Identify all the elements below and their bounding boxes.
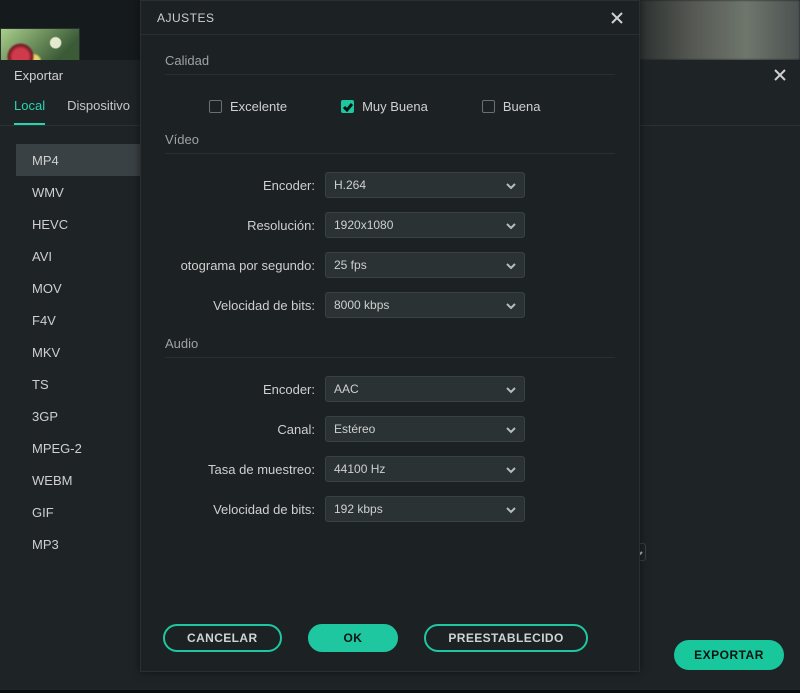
video-bitrate-value: 8000 kbps xyxy=(334,298,389,312)
export-button[interactable]: EXPORTAR xyxy=(674,640,784,670)
chevron-down-icon xyxy=(506,260,516,270)
format-item-ts[interactable]: TS xyxy=(16,368,144,400)
video-fps-label: otograma por segundo: xyxy=(165,258,315,273)
video-encoder-label: Encoder: xyxy=(165,178,315,193)
quality-good-label: Buena xyxy=(503,99,541,114)
quality-label: Calidad xyxy=(165,53,615,68)
format-item-mp4[interactable]: MP4 xyxy=(16,144,144,176)
format-item-mov[interactable]: MOV xyxy=(16,272,144,304)
format-item-webm[interactable]: WEBM xyxy=(16,464,144,496)
section-video: Vídeo Encoder: H.264 Resolución: 1920x10… xyxy=(165,132,615,318)
audio-channel-select[interactable]: Estéreo xyxy=(325,416,525,442)
format-item-mpeg2[interactable]: MPEG-2 xyxy=(16,432,144,464)
audio-bitrate-value: 192 kbps xyxy=(334,502,383,516)
audio-bitrate-label: Velocidad de bits: xyxy=(165,502,315,517)
chevron-down-icon xyxy=(506,384,516,394)
format-item-mp3[interactable]: MP3 xyxy=(16,528,144,560)
audio-encoder-label: Encoder: xyxy=(165,382,315,397)
video-bitrate-label: Velocidad de bits: xyxy=(165,298,315,313)
quality-very-good[interactable]: Muy Buena xyxy=(341,99,428,114)
tab-device[interactable]: Dispositivo xyxy=(67,98,130,125)
video-resolution-select[interactable]: 1920x1080 xyxy=(325,212,525,238)
preset-button[interactable]: PREESTABLECIDO xyxy=(424,624,587,652)
divider xyxy=(165,357,615,358)
audio-encoder-select[interactable]: AAC xyxy=(325,376,525,402)
audio-samplerate-select[interactable]: 44100 Hz xyxy=(325,456,525,482)
chevron-down-icon xyxy=(506,180,516,190)
chevron-down-icon xyxy=(506,220,516,230)
format-item-f4v[interactable]: F4V xyxy=(16,304,144,336)
audio-samplerate-label: Tasa de muestreo: xyxy=(165,462,315,477)
quality-excellent[interactable]: Excelente xyxy=(209,99,287,114)
video-fps-value: 25 fps xyxy=(334,258,367,272)
background-preview-image xyxy=(620,0,800,60)
video-encoder-value: H.264 xyxy=(334,178,366,192)
settings-modal: AJUSTES Calidad Excelente Muy Buena Bu xyxy=(140,0,640,672)
chevron-down-icon xyxy=(506,424,516,434)
quality-good[interactable]: Buena xyxy=(482,99,541,114)
format-item-mkv[interactable]: MKV xyxy=(16,336,144,368)
close-icon[interactable] xyxy=(774,69,786,81)
section-quality: Calidad Excelente Muy Buena Buena xyxy=(165,53,615,132)
quality-very-good-label: Muy Buena xyxy=(362,99,428,114)
checkbox-checked-icon xyxy=(341,100,354,113)
section-audio: Audio Encoder: AAC Canal: Estéreo xyxy=(165,336,615,522)
audio-channel-value: Estéreo xyxy=(334,422,375,436)
format-sidebar: MP4 WMV HEVC AVI MOV F4V MKV TS 3GP MPEG… xyxy=(16,144,144,560)
video-label: Vídeo xyxy=(165,132,615,147)
divider xyxy=(165,74,615,75)
video-resolution-value: 1920x1080 xyxy=(334,218,393,232)
checkbox-icon xyxy=(482,100,495,113)
modal-footer: CANCELAR OK PREESTABLECIDO xyxy=(141,605,639,671)
format-item-gif[interactable]: GIF xyxy=(16,496,144,528)
video-encoder-select[interactable]: H.264 xyxy=(325,172,525,198)
video-resolution-label: Resolución: xyxy=(165,218,315,233)
tab-local[interactable]: Local xyxy=(14,98,45,125)
audio-samplerate-value: 44100 Hz xyxy=(334,462,385,476)
chevron-down-icon xyxy=(506,300,516,310)
ok-button[interactable]: OK xyxy=(308,624,399,652)
audio-channel-label: Canal: xyxy=(165,422,315,437)
quality-excellent-label: Excelente xyxy=(230,99,287,114)
chevron-down-icon xyxy=(506,464,516,474)
video-bitrate-select[interactable]: 8000 kbps xyxy=(325,292,525,318)
chevron-down-icon xyxy=(506,504,516,514)
modal-title: AJUSTES xyxy=(157,11,215,25)
audio-bitrate-select[interactable]: 192 kbps xyxy=(325,496,525,522)
audio-encoder-value: AAC xyxy=(334,382,359,396)
modal-close-icon[interactable] xyxy=(611,12,623,24)
cancel-button[interactable]: CANCELAR xyxy=(163,624,282,652)
divider xyxy=(165,153,615,154)
export-title: Exportar xyxy=(14,68,63,83)
format-item-3gp[interactable]: 3GP xyxy=(16,400,144,432)
checkbox-icon xyxy=(209,100,222,113)
format-item-avi[interactable]: AVI xyxy=(16,240,144,272)
format-item-hevc[interactable]: HEVC xyxy=(16,208,144,240)
video-fps-select[interactable]: 25 fps xyxy=(325,252,525,278)
audio-label: Audio xyxy=(165,336,615,351)
format-item-wmv[interactable]: WMV xyxy=(16,176,144,208)
